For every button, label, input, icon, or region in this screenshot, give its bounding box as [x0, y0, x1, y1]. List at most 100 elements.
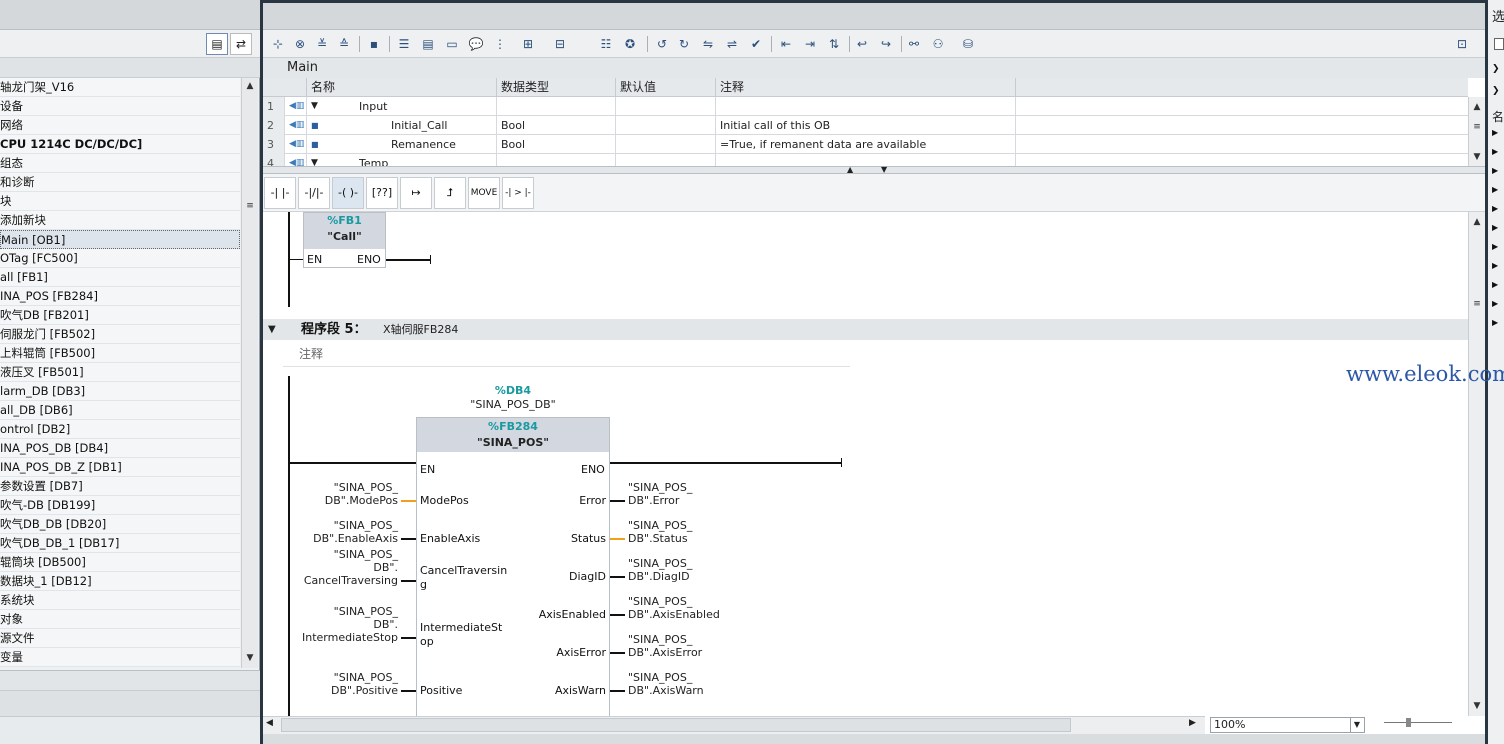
tree-item[interactable]: 对象: [0, 610, 240, 629]
tree-item[interactable]: INA_POS_DB_Z [DB1]: [0, 458, 240, 477]
tree-item[interactable]: larm_DB [DB3]: [0, 382, 240, 401]
sina-pos-output-pin[interactable]: DiagID: [569, 570, 606, 583]
sina-pos-input-pin[interactable]: CancelTraversin g: [420, 564, 507, 592]
expand-arrow-icon[interactable]: ▶: [1492, 204, 1498, 213]
expand-arrow-icon[interactable]: ▶: [1492, 299, 1498, 308]
split-view-icon[interactable]: ⊡: [1453, 35, 1471, 53]
tree-item[interactable]: 变量: [0, 648, 240, 667]
input-operand[interactable]: "SINA_POS_ DB". IntermediateStop: [283, 605, 398, 644]
interface-row[interactable]: 3 ◀▥ Remanence Bool =True, if remanent data …: [263, 135, 1468, 154]
tree-item[interactable]: 液压叉 [FB501]: [0, 363, 240, 382]
param-icon[interactable]: ◀▥: [285, 135, 307, 154]
sina-pos-output-pin[interactable]: AxisError: [556, 646, 606, 659]
tree-item[interactable]: 和诊断: [0, 173, 240, 192]
tree-item[interactable]: INA_POS_DB [DB4]: [0, 439, 240, 458]
param-type[interactable]: Bool: [497, 135, 616, 154]
tree-item[interactable]: 轴龙门架_V16: [0, 78, 240, 97]
fb1-call-block[interactable]: %FB1 "Call" EN ENO: [303, 212, 386, 268]
sina-pos-output-pin[interactable]: AxisWarn: [555, 684, 606, 697]
block-properties-icon[interactable]: ▪: [365, 35, 383, 53]
interface-splitter[interactable]: ▲ ▼: [263, 165, 1485, 174]
lad-compare-button[interactable]: -| > |-: [502, 177, 534, 209]
tree-view-icon[interactable]: ▤: [206, 33, 228, 55]
tree-item[interactable]: 设备: [0, 97, 240, 116]
sort-icon[interactable]: ⇅: [825, 35, 843, 53]
scroll-up-icon[interactable]: ▲: [1469, 214, 1485, 230]
tree-item[interactable]: 吹气DB_DB_1 [DB17]: [0, 534, 240, 553]
input-operand[interactable]: "SINA_POS_ DB".EnableAxis: [283, 519, 398, 545]
project-tree-scrollbar[interactable]: ▲ ≡ ▼: [241, 78, 258, 668]
tree-refresh-icon[interactable]: ⇄: [230, 33, 252, 55]
favorites-icon[interactable]: ⊞: [519, 35, 537, 53]
tree-item[interactable]: 源文件: [0, 629, 240, 648]
tree-item[interactable]: ontrol [DB2]: [0, 420, 240, 439]
expand-arrow-icon[interactable]: ▶: [1492, 166, 1498, 175]
param-icon[interactable]: ◀▥: [285, 116, 307, 135]
sina-pos-output-pin[interactable]: Error: [579, 494, 606, 507]
lad-no-contact-button[interactable]: -| |-: [264, 177, 296, 209]
sina-pos-block[interactable]: %FB284 "SINA_POS" EN ENO ModePos EnableAx…: [416, 417, 610, 716]
tree-item[interactable]: 添加新块: [0, 211, 240, 230]
input-operand[interactable]: "SINA_POS_ DB". CancelTraversing: [283, 548, 398, 587]
scroll-up-icon[interactable]: ▲: [1469, 99, 1485, 115]
output-operand[interactable]: "SINA_POS_ DB".AxisWarn: [628, 671, 704, 697]
lad-open-branch-button[interactable]: ↦: [400, 177, 432, 209]
expand-arrow-icon[interactable]: ▶: [1492, 242, 1498, 251]
param-name[interactable]: Remanence: [307, 135, 497, 154]
expand-arrow-icon[interactable]: ▶: [1492, 318, 1498, 327]
param-type[interactable]: [497, 97, 616, 116]
list-view-icon[interactable]: ☰: [395, 35, 413, 53]
interface-header-type[interactable]: 数据类型: [497, 78, 616, 97]
scroll-right-icon[interactable]: ▶: [1189, 718, 1196, 728]
zoom-slider-handle[interactable]: [1406, 718, 1411, 727]
scroll-down-icon[interactable]: ▼: [1469, 149, 1485, 165]
comment-icon[interactable]: 💬: [467, 35, 485, 53]
insert-network-icon[interactable]: ⊹: [269, 35, 287, 53]
compare-icon[interactable]: ⇋: [699, 35, 717, 53]
lad-empty-box-button[interactable]: [??]: [366, 177, 398, 209]
tree-item[interactable]: 数据块_1 [DB12]: [0, 572, 240, 591]
sina-pos-input-pin[interactable]: IntermediateSt op: [420, 621, 502, 649]
interface-scrollbar[interactable]: ▲ ≡ ▼: [1468, 97, 1485, 166]
interface-header-default[interactable]: 默认值: [616, 78, 716, 97]
goto-next-icon[interactable]: ↻: [675, 35, 693, 53]
tree-item[interactable]: 块: [0, 192, 240, 211]
monitor-on-icon[interactable]: ↩: [853, 35, 871, 53]
star-icon[interactable]: ✪: [621, 35, 639, 53]
tree-item[interactable]: all [FB1]: [0, 268, 240, 287]
outdent-icon[interactable]: ⇥: [801, 35, 819, 53]
param-comment[interactable]: =True, if remanent data are available: [716, 135, 1016, 154]
param-name[interactable]: Initial_Call: [307, 116, 497, 135]
splitter-up-icon[interactable]: ▲: [847, 165, 853, 174]
input-operand[interactable]: "SINA_POS_ DB".ModePos: [283, 481, 398, 507]
add-row-icon[interactable]: ≙: [335, 35, 353, 53]
lad-close-branch-button[interactable]: ⮥: [434, 177, 466, 209]
input-operand[interactable]: "SINA_POS_ DB".Positive: [283, 671, 398, 697]
indent-icon[interactable]: ⇤: [777, 35, 795, 53]
tree-item[interactable]: 伺服龙门 [FB502]: [0, 325, 240, 344]
collapse-triangle-icon[interactable]: ▼: [268, 319, 276, 340]
tree-item[interactable]: 参数设置 [DB7]: [0, 477, 240, 496]
tree-item[interactable]: 吹气DB [FB201]: [0, 306, 240, 325]
output-operand[interactable]: "SINA_POS_ DB".DiagID: [628, 557, 692, 583]
tree-item[interactable]: 吹气DB_DB [DB20]: [0, 515, 240, 534]
lad-move-button[interactable]: MOVE: [468, 177, 500, 209]
sina-pos-input-pin[interactable]: Positive: [420, 684, 462, 698]
hscroll-thumb[interactable]: [281, 718, 1071, 732]
list-icon[interactable]: ☷: [597, 35, 615, 53]
expand-all-icon[interactable]: ▭: [443, 35, 461, 53]
sina-pos-output-pin[interactable]: AxisEnabled: [539, 608, 606, 621]
chevron-down-icon[interactable]: ❯: [1492, 86, 1500, 96]
download-check-icon[interactable]: ✔: [747, 35, 765, 53]
tree-item[interactable]: 组态: [0, 154, 240, 173]
interface-row[interactable]: 2 ◀▥ Initial_Call Bool Initial call of this …: [263, 116, 1468, 135]
output-operand[interactable]: "SINA_POS_ DB".Status: [628, 519, 692, 545]
interface-header-name[interactable]: 名称: [307, 78, 497, 97]
param-type[interactable]: Bool: [497, 116, 616, 135]
search-box[interactable]: [1494, 38, 1504, 50]
insert-row-icon[interactable]: ≚: [313, 35, 331, 53]
tree-item[interactable]: 网络: [0, 116, 240, 135]
sina-pos-eno-pin[interactable]: ENO: [581, 463, 605, 476]
lad-nc-contact-button[interactable]: -|/|-: [298, 177, 330, 209]
delete-network-icon[interactable]: ⊗: [291, 35, 309, 53]
